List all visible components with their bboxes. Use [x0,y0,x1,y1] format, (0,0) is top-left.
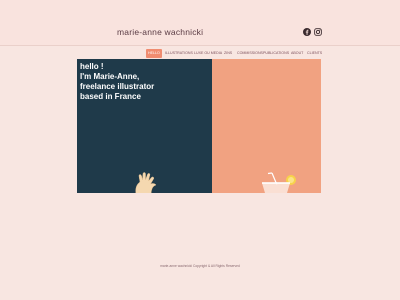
hero-line: I'm Marie-Anne, [80,72,140,81]
drink-glass-illustration [262,172,296,193]
instagram-icon[interactable] [313,27,322,36]
hero-greeting: hello ! I'm Marie-Anne, freelance illust… [80,62,208,102]
footer-copyright: marie-anne wachnicki Copyright & All Rig… [160,264,240,268]
site-title[interactable]: marie-anne wachnicki [117,27,203,37]
hero-line: hello ! [80,62,104,71]
hero-line: based in France [80,92,141,101]
nav-item-luxe-ou-media[interactable]: LUXE OU MEDIA [194,48,222,59]
nav-item-publications[interactable]: PUBLICATIONS [263,48,289,59]
header-bar: marie-anne wachnicki [0,0,400,46]
hero-line: freelance illustrator [80,82,155,91]
nav-item-about[interactable]: ABOUT [291,48,303,59]
hero-illustration-panel [212,59,321,193]
facebook-icon[interactable] [302,27,311,36]
hero-intro-panel: hello ! I'm Marie-Anne, freelance illust… [77,59,212,193]
nav-item-illustrations[interactable]: ILLUSTRATIONS [165,48,193,59]
nav-item-zins[interactable]: ZINS [224,48,232,59]
nav-item-commissions[interactable]: COMMISSIONS [237,48,263,59]
nav-item-hello[interactable]: HELLO [148,48,160,59]
main-nav: HELLO ILLUSTRATIONS LUXE OU MEDIA ZINS C… [144,48,322,59]
nav-item-clients[interactable]: CLIENTS [307,48,322,59]
waving-hand-illustration [135,172,157,193]
